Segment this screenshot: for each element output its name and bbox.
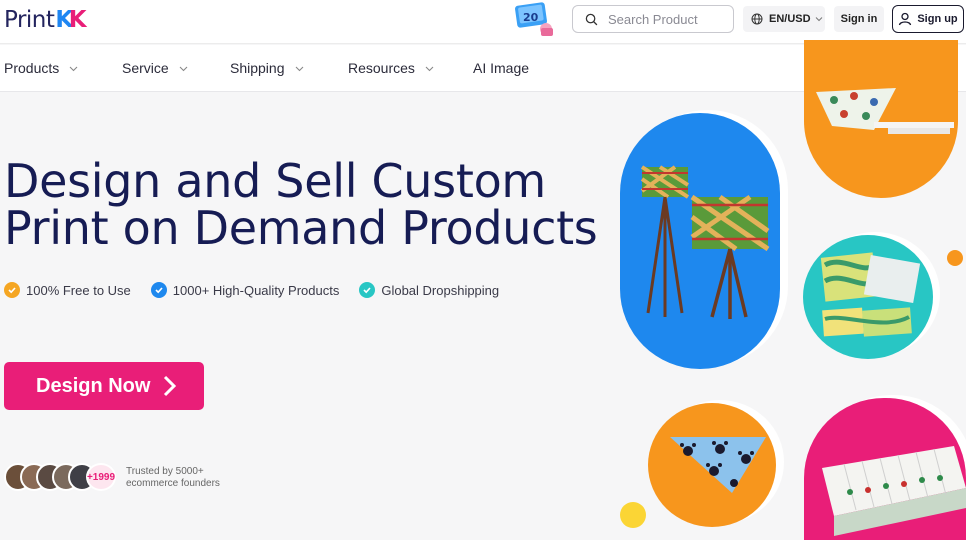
search-icon xyxy=(585,13,598,25)
nav-item-ai-image[interactable]: AI Image xyxy=(473,60,529,76)
language-currency-selector[interactable]: EN/USD xyxy=(743,6,825,32)
search-box[interactable] xyxy=(572,5,734,33)
trusted-text: Trusted by 5000+ ecommerce founders xyxy=(126,466,236,490)
nav-label: Shipping xyxy=(230,60,285,76)
feature-label: Global Dropshipping xyxy=(381,282,500,298)
feature-free: 100% Free to Use xyxy=(4,282,131,298)
design-now-button[interactable]: Design Now xyxy=(4,362,204,410)
hero-title: Design and Sell Custom Print on Demand P… xyxy=(4,158,604,252)
decorative-dot xyxy=(620,502,646,528)
check-icon xyxy=(359,282,376,298)
sign-up-button[interactable]: Sign up xyxy=(892,5,964,33)
nav-item-products[interactable]: Products xyxy=(4,60,78,76)
feature-quality: 1000+ High-Quality Products xyxy=(150,282,340,298)
nav-item-shipping[interactable]: Shipping xyxy=(230,60,304,76)
logo-text: Print xyxy=(4,7,55,33)
lamp-product-image xyxy=(620,113,780,369)
logo-kk: KK xyxy=(55,7,87,33)
feature-list: 100% Free to Use 1000+ High-Quality Prod… xyxy=(4,282,519,298)
hero-title-line1: Design and Sell Custom xyxy=(4,154,546,208)
chevron-down-icon xyxy=(295,66,303,71)
chevron-down-icon xyxy=(179,66,188,71)
chevron-down-icon xyxy=(815,17,822,22)
promo-badge-icon[interactable]: 20 xyxy=(514,2,556,38)
printkk-logo[interactable]: Print KK xyxy=(4,7,87,33)
nav-item-service[interactable]: Service xyxy=(122,60,188,76)
nav-label: Resources xyxy=(348,60,415,76)
feature-dropshipping: Global Dropshipping xyxy=(359,282,499,298)
check-icon xyxy=(4,282,20,298)
trusted-line2: ecommerce founders xyxy=(126,478,220,489)
user-icon xyxy=(898,12,912,26)
trusted-line1: Trusted by 5000+ xyxy=(126,466,204,477)
decorative-dot xyxy=(947,250,963,266)
founder-avatars: +1999 xyxy=(4,463,116,491)
sign-up-label: Sign up xyxy=(917,13,958,25)
swirl-product-image xyxy=(803,235,933,359)
design-now-label: Design Now xyxy=(36,374,151,397)
nav-label: Products xyxy=(4,60,60,76)
top-bar: Print KK 20 EN/USD Sign in Sign up xyxy=(0,0,966,44)
nav-item-resources[interactable]: Resources xyxy=(348,60,434,76)
sign-in-button[interactable]: Sign in xyxy=(834,6,884,32)
nav-label: Service xyxy=(122,60,169,76)
avatar-count-badge: +1999 xyxy=(86,463,116,491)
globe-icon xyxy=(751,13,763,25)
feature-label: 100% Free to Use xyxy=(26,282,131,298)
chevron-right-icon xyxy=(164,375,177,397)
tablecloth-product-image xyxy=(804,40,958,198)
chevron-down-icon xyxy=(69,66,78,71)
feature-label: 1000+ High-Quality Products xyxy=(172,282,340,298)
nav-label: AI Image xyxy=(473,60,530,76)
hero-title-line2: Print on Demand Products xyxy=(4,201,598,255)
svg-text:20: 20 xyxy=(523,11,539,24)
pet-bandana-product-image xyxy=(648,403,776,527)
search-input[interactable] xyxy=(608,11,728,27)
language-label: EN/USD xyxy=(769,13,811,25)
chevron-down-icon xyxy=(425,66,434,71)
check-icon xyxy=(150,282,167,298)
